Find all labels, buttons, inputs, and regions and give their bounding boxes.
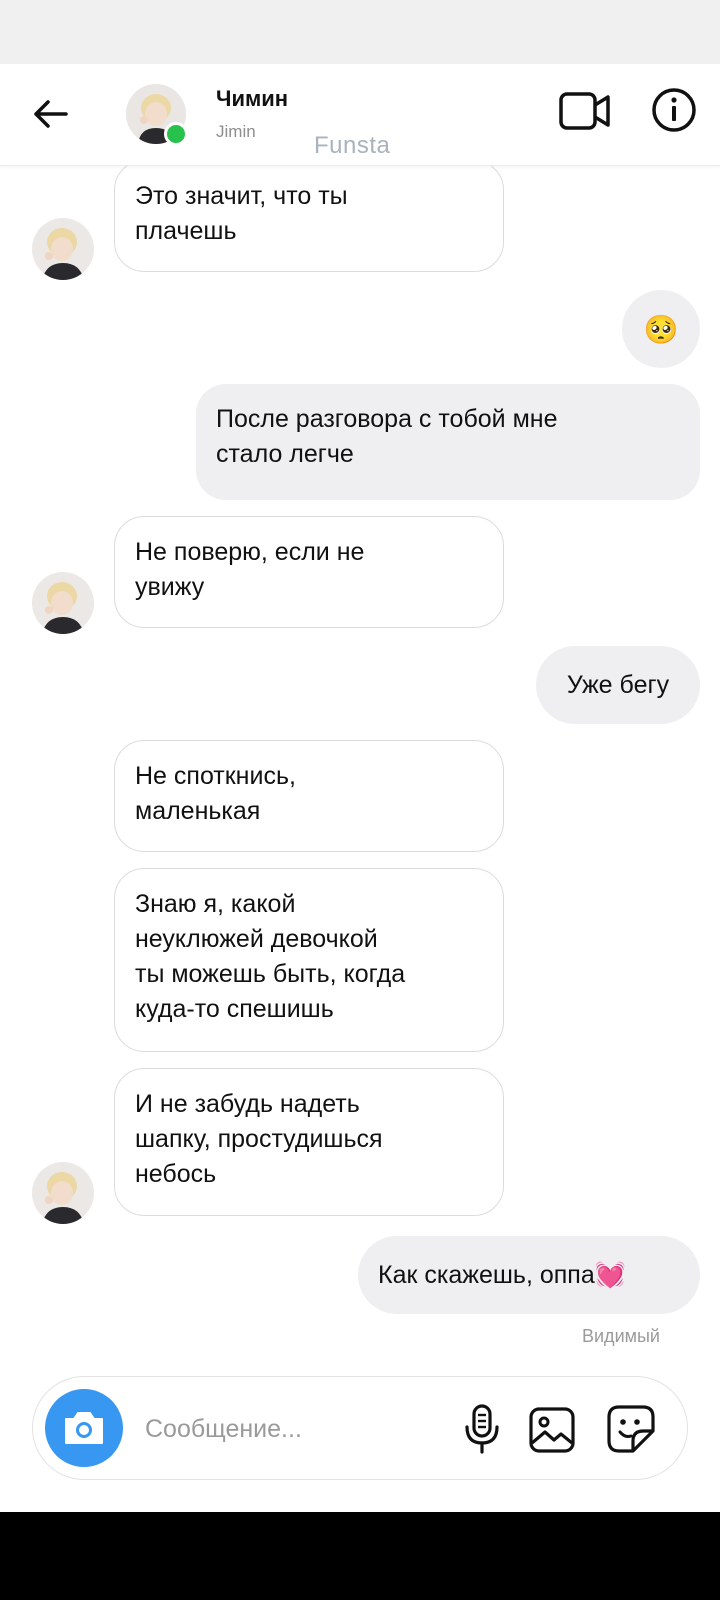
- incoming-message-bubble[interactable]: И не забудь надеть шапку, простудишься н…: [114, 1068, 504, 1216]
- chat-header: Чимин Jimin Funsta: [0, 64, 720, 166]
- back-button[interactable]: [28, 92, 72, 136]
- incoming-message-bubble[interactable]: Не споткнись, маленькая: [114, 740, 504, 852]
- status-bar: [0, 0, 720, 64]
- message-list[interactable]: Это значит, что ты плачешь 🥺 После разго…: [0, 160, 720, 1366]
- outgoing-emoji-bubble[interactable]: 🥺: [622, 290, 700, 368]
- incoming-message-bubble[interactable]: Знаю я, какой неуклюжей девочкой ты може…: [114, 868, 504, 1052]
- back-arrow-icon: [34, 100, 68, 128]
- contact-username: Jimin: [216, 122, 256, 141]
- video-call-icon: [559, 92, 610, 130]
- seen-status: Видимый: [582, 1326, 660, 1346]
- sticker-icon: [607, 1405, 655, 1453]
- info-icon: [652, 88, 696, 132]
- outgoing-message-bubble[interactable]: Как скажешь, оппа💓: [358, 1236, 700, 1314]
- sender-avatar[interactable]: [32, 1162, 94, 1224]
- microphone-button[interactable]: [457, 1403, 507, 1455]
- outgoing-message-bubble[interactable]: Уже бегу: [536, 646, 700, 724]
- incoming-message-bubble[interactable]: Это значит, что ты плачешь: [114, 160, 504, 272]
- microphone-icon: [465, 1404, 499, 1454]
- sender-avatar[interactable]: [32, 572, 94, 634]
- camera-button[interactable]: [45, 1389, 123, 1467]
- outgoing-message-bubble[interactable]: После разговора с тобой мне стало легче: [196, 384, 700, 500]
- gallery-button[interactable]: [527, 1405, 577, 1455]
- watermark-text: Funsta: [314, 132, 391, 159]
- navigation-bar: [0, 1512, 720, 1600]
- contact-name[interactable]: Чимин: [216, 86, 288, 112]
- video-call-button[interactable]: [558, 88, 612, 134]
- camera-icon: [65, 1412, 103, 1444]
- gallery-icon: [529, 1407, 575, 1453]
- info-button[interactable]: [650, 86, 698, 134]
- incoming-message-bubble[interactable]: Не поверю, если не увижу: [114, 516, 504, 628]
- sender-avatar[interactable]: [32, 218, 94, 280]
- message-composer: [32, 1376, 688, 1480]
- message-input[interactable]: [145, 1407, 435, 1451]
- sticker-button[interactable]: [605, 1403, 657, 1455]
- online-status-dot: [164, 122, 188, 146]
